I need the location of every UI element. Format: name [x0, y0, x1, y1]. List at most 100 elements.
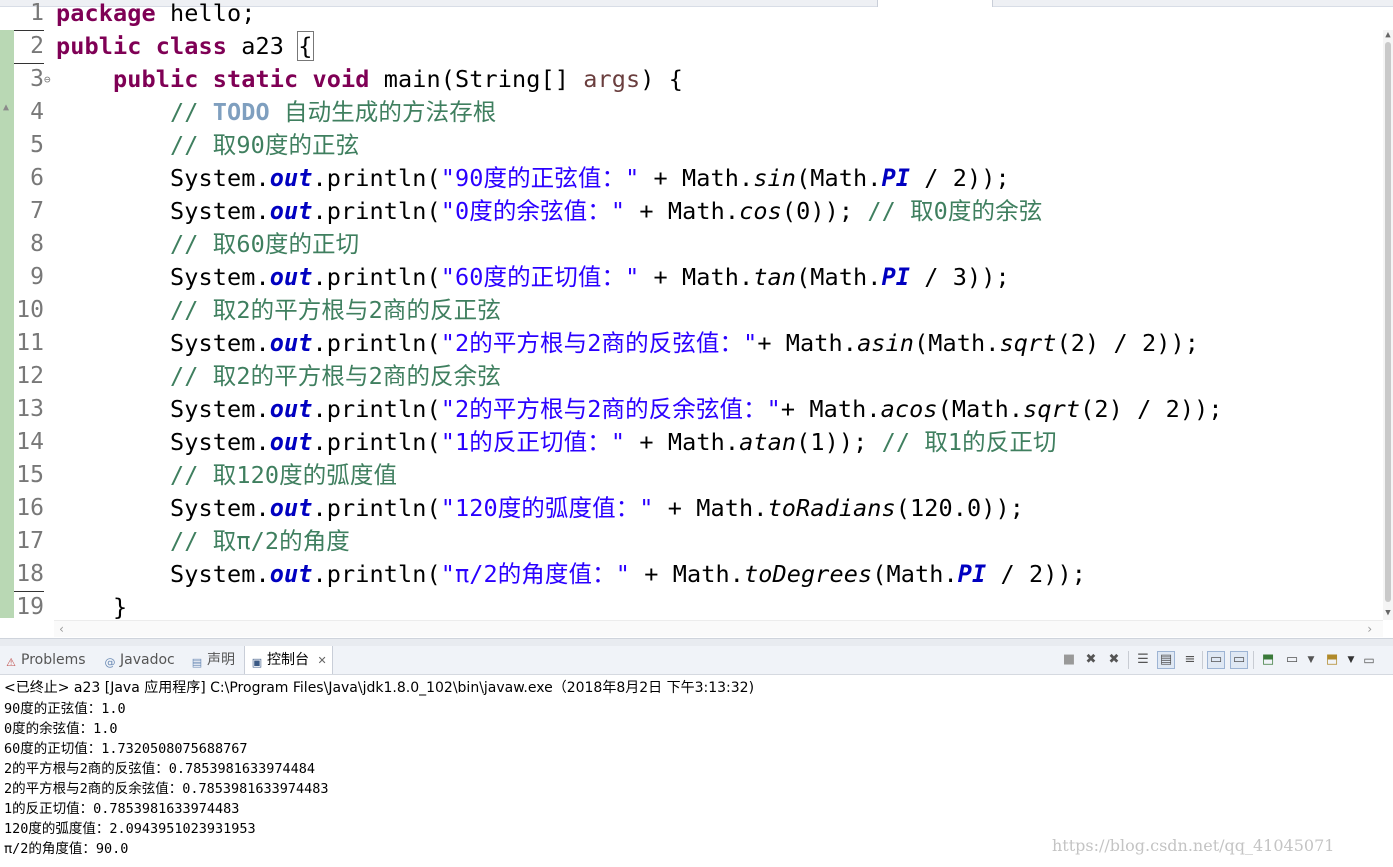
- new-console-icon[interactable]: ⬒: [1323, 651, 1341, 669]
- code-line[interactable]: 5 // 取90度的正弦: [0, 129, 1383, 162]
- tab-label: Problems: [21, 652, 86, 668]
- code-token: out: [269, 329, 313, 357]
- code-line[interactable]: 11 System.out.println("2的平方根与2商的反弦值："+ M…: [0, 327, 1383, 360]
- display-console-icon[interactable]: ▭: [1283, 651, 1301, 669]
- code-token: asin: [857, 329, 915, 357]
- code-text[interactable]: // 取120度的弧度值: [56, 459, 397, 492]
- code-line[interactable]: 8 // 取60度的正切: [0, 228, 1383, 261]
- code-text[interactable]: // 取60度的正切: [56, 228, 359, 261]
- code-text[interactable]: // TODO 自动生成的方法存根: [56, 96, 496, 129]
- code-token: "120度的弧度值：": [440, 494, 654, 522]
- code-line[interactable]: 16 System.out.println("120度的弧度值：" + Math…: [0, 492, 1383, 525]
- scroll-right-icon[interactable]: ›: [1366, 621, 1373, 637]
- code-line[interactable]: 1 package hello;: [0, 0, 1383, 31]
- code-line[interactable]: 12 // 取2的平方根与2商的反余弦: [0, 360, 1383, 393]
- line-number: 2: [14, 30, 44, 64]
- vertical-scrollbar[interactable]: ▲ ▼: [1383, 30, 1393, 620]
- code-text[interactable]: System.out.println("120度的弧度值：" + Math.to…: [56, 492, 1024, 525]
- tab-problems[interactable]: ⚠ Problems: [4, 646, 86, 674]
- line-number: 4: [30, 99, 44, 125]
- remove-all-launches-icon[interactable]: ✖: [1105, 651, 1123, 669]
- code-text[interactable]: package hello;: [56, 0, 256, 30]
- code-text[interactable]: // 取π/2的角度: [56, 525, 350, 558]
- code-text[interactable]: System.out.println("π/2的角度值：" + Math.toD…: [56, 558, 1086, 591]
- show-on-stderr-icon[interactable]: ▭: [1230, 651, 1248, 669]
- code-text[interactable]: System.out.println("90度的正弦值：" + Math.sin…: [56, 162, 1010, 195]
- javadoc-icon: @: [104, 656, 116, 669]
- code-token: out: [269, 164, 313, 192]
- code-text[interactable]: // 取2的平方根与2商的反余弦: [56, 360, 501, 393]
- code-token: System.: [56, 197, 270, 225]
- tab-javadoc[interactable]: @ Javadoc: [103, 646, 175, 674]
- show-on-stdout-icon[interactable]: ▭: [1207, 651, 1225, 669]
- code-line[interactable]: 2 public class a23 {: [0, 30, 1383, 64]
- code-token: + Math.: [780, 395, 881, 423]
- scroll-left-icon[interactable]: ‹: [58, 621, 65, 637]
- scroll-down-icon[interactable]: ▼: [1383, 608, 1393, 618]
- code-line[interactable]: 6 System.out.println("90度的正弦值：" + Math.s…: [0, 162, 1383, 195]
- code-token: (0));: [781, 197, 868, 225]
- code-token: // 取2的平方根与2商的反余弦: [170, 362, 501, 390]
- code-line[interactable]: 18 System.out.println("π/2的角度值：" + Math.…: [0, 558, 1383, 592]
- code-line[interactable]: 3 ⊖ public static void main(String[] args…: [0, 63, 1383, 96]
- code-editor[interactable]: ▲ 1 package hello; 2 public class a23 {3 ⊖ p…: [0, 0, 1393, 638]
- code-token: + Math.: [639, 164, 754, 192]
- code-text[interactable]: System.out.println("60度的正切值：" + Math.tan…: [56, 261, 1010, 294]
- chevron-down-icon[interactable]: ▼: [1302, 651, 1320, 669]
- scroll-thumb[interactable]: [1385, 42, 1391, 602]
- code-token: System.: [56, 164, 270, 192]
- code-token: hello;: [155, 0, 256, 27]
- tab-console[interactable]: ▣ 控制台 ✕: [244, 646, 333, 674]
- pin-console-icon[interactable]: ⬒: [1259, 651, 1277, 669]
- code-text[interactable]: System.out.println("2的平方根与2商的反弦值："+ Math…: [56, 327, 1199, 360]
- code-text[interactable]: // 取2的平方根与2商的反正弦: [56, 294, 501, 327]
- code-token: .println(: [312, 395, 441, 423]
- code-token: acos: [880, 395, 938, 423]
- code-line[interactable]: 10 // 取2的平方根与2商的反正弦: [0, 294, 1383, 327]
- code-token: / 3));: [910, 263, 1010, 291]
- code-token: + Math.: [629, 560, 744, 588]
- code-text[interactable]: System.out.println("2的平方根与2商的反余弦值："+ Mat…: [56, 393, 1223, 426]
- code-line[interactable]: 9 System.out.println("60度的正切值：" + Math.t…: [0, 261, 1383, 294]
- console-output: 90度的正弦值：1.0 0度的余弦值：1.0 60度的正切值：1.732050807…: [4, 699, 329, 859]
- horizontal-scrollbar[interactable]: ‹ ›: [54, 620, 1383, 637]
- code-line[interactable]: 7 System.out.println("0度的余弦值：" + Math.co…: [0, 195, 1383, 228]
- code-text[interactable]: // 取90度的正弦: [56, 129, 359, 162]
- minimize-icon[interactable]: ▭: [1360, 651, 1378, 669]
- code-token: toRadians: [767, 494, 896, 522]
- code-token: cos: [739, 197, 782, 225]
- terminate-icon[interactable]: ■: [1060, 651, 1078, 669]
- fold-toggle-icon[interactable]: ⊖: [44, 63, 51, 96]
- line-number: 16: [16, 495, 44, 521]
- word-wrap-icon[interactable]: ≡: [1181, 651, 1199, 669]
- code-token: // 取1的反正切: [881, 428, 1057, 456]
- code-line[interactable]: 4 // TODO 自动生成的方法存根: [0, 96, 1383, 129]
- problems-icon: ⚠: [6, 656, 16, 669]
- code-text[interactable]: public static void main(String[] args) {: [56, 63, 683, 96]
- close-icon[interactable]: ✕: [317, 654, 326, 667]
- scroll-lock-icon[interactable]: ▤: [1157, 651, 1175, 669]
- remove-launch-icon[interactable]: ✖: [1082, 651, 1100, 669]
- code-line[interactable]: 17 // 取π/2的角度: [0, 525, 1383, 558]
- code-token: sqrt: [1023, 395, 1081, 423]
- code-line[interactable]: 13 System.out.println("2的平方根与2商的反余弦值："+ …: [0, 393, 1383, 426]
- view-menu-icon[interactable]: ▼: [1342, 651, 1360, 669]
- code-token: "2的平方根与2商的反余弦值：": [440, 395, 781, 423]
- code-line[interactable]: 14 System.out.println("1的反正切值：" + Math.a…: [0, 426, 1383, 459]
- code-token: // 取120度的弧度值: [170, 461, 398, 489]
- scroll-up-icon[interactable]: ▲: [1383, 30, 1393, 40]
- tab-declaration[interactable]: ▤ 声明: [190, 646, 235, 674]
- code-token: void: [312, 65, 370, 93]
- code-text[interactable]: public class a23 {: [56, 30, 314, 63]
- code-text[interactable]: System.out.println("0度的余弦值：" + Math.cos(…: [56, 195, 1042, 228]
- code-token: sin: [753, 164, 797, 192]
- code-text[interactable]: System.out.println("1的反正切值：" + Math.atan…: [56, 426, 1057, 459]
- code-line[interactable]: 15 // 取120度的弧度值: [0, 459, 1383, 492]
- tab-label: Javadoc: [120, 652, 175, 668]
- code-token: "60度的正切值：": [440, 263, 640, 291]
- code-token: tan: [753, 263, 797, 291]
- code-token: (Math.: [796, 164, 882, 192]
- clear-console-icon[interactable]: ☰: [1134, 651, 1152, 669]
